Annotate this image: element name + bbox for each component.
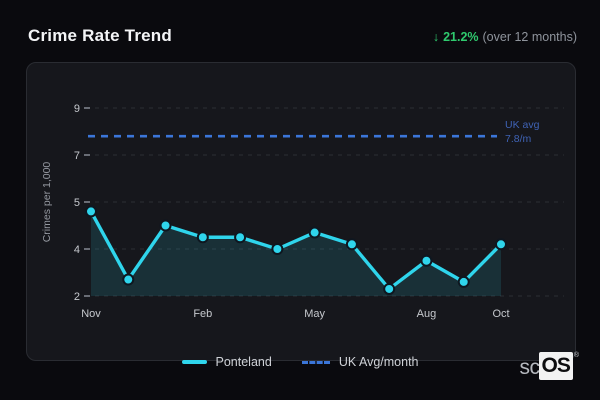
crime-rate-widget: Crime Rate Trend ↓ 21.2% (over 12 months… bbox=[0, 0, 600, 400]
crime-trend-line-chart: 2 4 5 7 9 Crimes per 1,000 Nov Feb May Aug Oct UK a… bbox=[41, 103, 564, 320]
data-point-may[interactable] bbox=[308, 226, 321, 239]
brand-suffix: OS bbox=[539, 352, 573, 380]
y-tick-label: 7 bbox=[74, 150, 80, 162]
data-point-nov[interactable] bbox=[85, 205, 97, 218]
legend-item-ponteland[interactable]: Ponteland bbox=[181, 355, 272, 369]
y-tick-label: 4 bbox=[74, 244, 80, 256]
dashed-line-swatch-icon bbox=[301, 360, 330, 364]
scos-logo: sc OS ® bbox=[519, 352, 579, 380]
y-tick-label: 5 bbox=[74, 197, 80, 209]
data-point-jul[interactable] bbox=[383, 282, 396, 295]
area-fill bbox=[91, 211, 501, 296]
legend-label: Ponteland bbox=[215, 355, 272, 369]
legend-label: UK Avg/month bbox=[338, 355, 419, 369]
data-point-oct[interactable] bbox=[495, 238, 507, 251]
x-tick-label: Oct bbox=[492, 308, 509, 320]
uk-avg-value-label: 7.8/m bbox=[505, 133, 532, 145]
data-point-jun[interactable] bbox=[345, 238, 358, 251]
uk-avg-label: UK avg bbox=[505, 119, 540, 131]
data-point-feb[interactable] bbox=[196, 231, 209, 244]
data-point-sep[interactable] bbox=[457, 275, 470, 288]
x-tick-label: Feb bbox=[193, 308, 212, 320]
registered-mark: ® bbox=[573, 352, 579, 359]
legend-item-uk-avg[interactable]: UK Avg/month bbox=[301, 355, 419, 369]
y-axis-title: Crimes per 1,000 bbox=[41, 162, 53, 243]
data-point-jan[interactable] bbox=[159, 219, 172, 232]
data-point-mar[interactable] bbox=[234, 231, 247, 244]
x-tick-label: Aug bbox=[417, 308, 437, 320]
x-tick-label: May bbox=[304, 308, 325, 320]
y-tick-label: 9 bbox=[74, 103, 80, 115]
solid-line-swatch-icon bbox=[181, 360, 207, 364]
x-tick-label: Nov bbox=[81, 308, 101, 320]
data-point-dec[interactable] bbox=[122, 273, 135, 286]
chart-legend: Ponteland UK Avg/month bbox=[0, 353, 600, 371]
data-point-apr[interactable] bbox=[271, 243, 284, 255]
data-point-aug[interactable] bbox=[420, 254, 433, 267]
brand-prefix: sc bbox=[519, 356, 540, 379]
y-tick-label: 2 bbox=[74, 291, 80, 303]
